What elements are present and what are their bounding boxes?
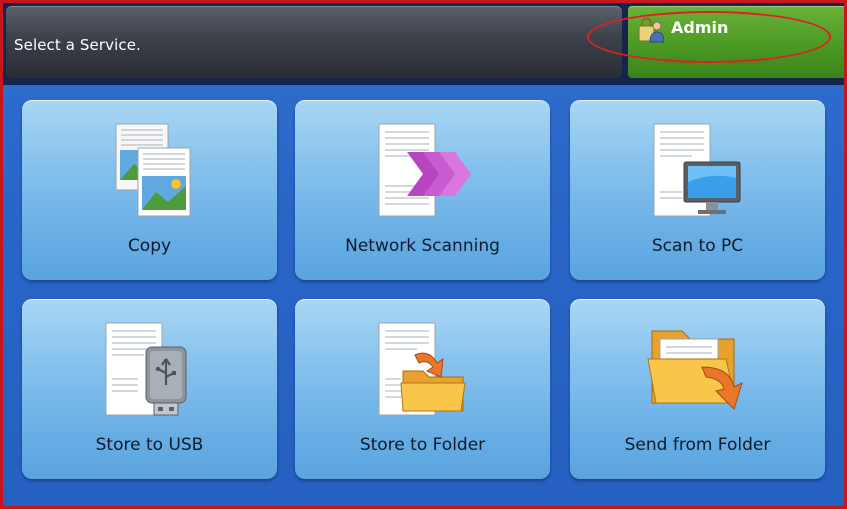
- store-folder-icon: [378, 322, 466, 416]
- user-lock-icon: [638, 17, 664, 43]
- message-bar: Select a Service.: [6, 6, 622, 78]
- store-to-usb-label: Store to USB: [95, 435, 204, 455]
- copy-icon: [115, 123, 191, 217]
- status-message: Select a Service.: [14, 36, 141, 54]
- usb-storage-icon: [105, 322, 187, 416]
- network-scan-icon: [378, 123, 471, 217]
- network-scanning-label: Network Scanning: [345, 236, 500, 256]
- send-folder-icon: [647, 330, 743, 410]
- send-from-folder-label: Send from Folder: [624, 435, 771, 455]
- scan-to-pc-button[interactable]: Scan to PC: [570, 100, 825, 280]
- header-bar: Select a Service. Admin: [3, 3, 844, 85]
- copy-button[interactable]: Copy: [22, 100, 277, 280]
- store-to-folder-button[interactable]: Store to Folder: [295, 299, 550, 479]
- network-scanning-button[interactable]: Network Scanning: [295, 100, 550, 280]
- login-label: Admin: [671, 18, 729, 37]
- store-to-folder-label: Store to Folder: [359, 435, 486, 455]
- send-from-folder-button[interactable]: Send from Folder: [570, 299, 825, 479]
- admin-login-button[interactable]: Admin: [628, 6, 844, 78]
- service-home-screen: Select a Service. Admin Copy Network Sca…: [3, 3, 844, 506]
- store-to-usb-button[interactable]: Store to USB: [22, 299, 277, 479]
- scan-to-pc-label: Scan to PC: [651, 236, 744, 256]
- copy-label: Copy: [127, 236, 172, 256]
- scan-to-pc-icon: [653, 123, 741, 217]
